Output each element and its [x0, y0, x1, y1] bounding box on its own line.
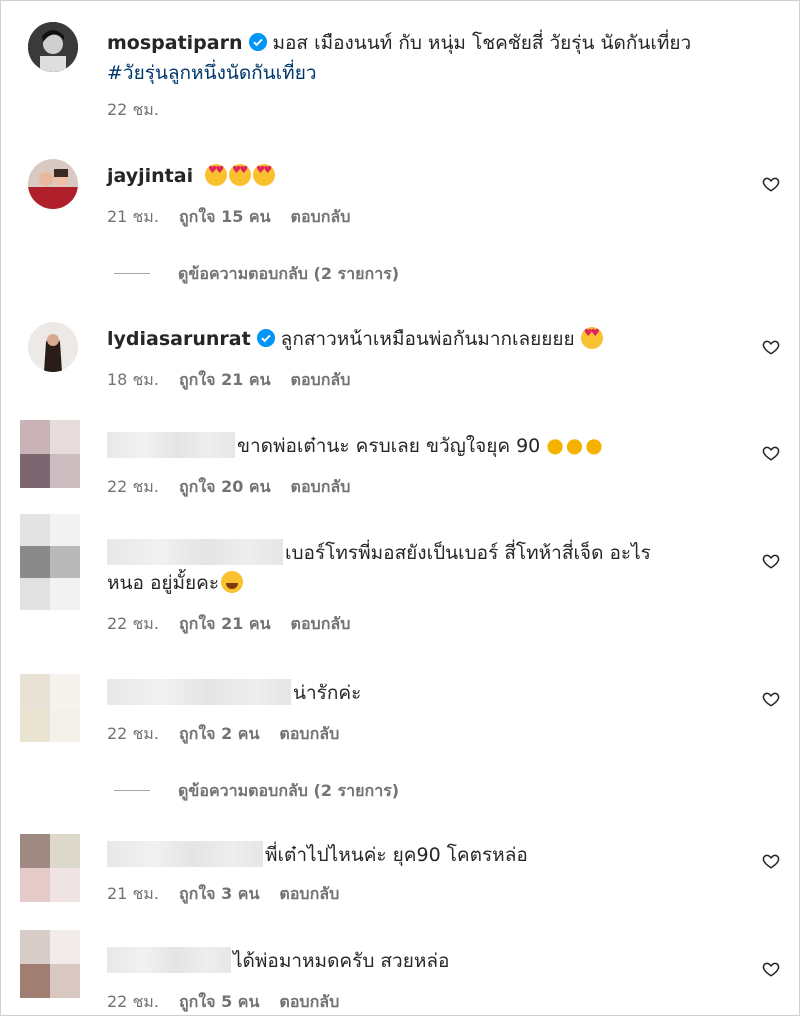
like-count[interactable]: ถูกใจ 21 คน [179, 370, 271, 389]
comment-time: 18 ชม. [107, 370, 159, 389]
heart-eyes-emoji-icon [229, 164, 252, 186]
view-replies-button[interactable]: ดูข้อความตอบกลับ (2 รายการ) [114, 779, 399, 804]
clapping-hands-emoji-icon: ● [546, 433, 564, 457]
heart-eyes-emoji-icon [253, 164, 276, 186]
comment-text: ได้พ่อมาหมดครับ สวยหล่อ [233, 950, 450, 972]
reply-button[interactable]: ตอบกลับ [291, 477, 351, 496]
heart-outline-icon[interactable] [762, 175, 780, 193]
reply-button[interactable]: ตอบกลับ [279, 724, 339, 743]
blurred-username[interactable] [107, 539, 283, 565]
username[interactable]: lydiasarunrat [107, 328, 251, 350]
heart-eyes-emoji-icon [580, 327, 603, 349]
comment-text: พี่เต๋าไปไหนค่ะ ยุค90 โคตรหล่อ [265, 844, 528, 866]
comment-time: 22 ชม. [107, 614, 159, 633]
like-count[interactable]: ถูกใจ 20 คน [179, 477, 271, 496]
reply-button[interactable]: ตอบกลับ [291, 370, 351, 389]
comment-time: 22 ชม. [107, 724, 159, 743]
like-count[interactable]: ถูกใจ 2 คน [179, 724, 259, 743]
heart-outline-icon[interactable] [762, 552, 780, 570]
clapping-hands-emoji-icon: ● [585, 433, 603, 457]
reply-button[interactable]: ตอบกลับ [279, 992, 339, 1011]
avatar[interactable] [28, 159, 78, 209]
avatar[interactable] [20, 420, 80, 488]
username[interactable]: jayjintai [107, 165, 193, 187]
verified-badge-icon [248, 30, 267, 51]
comment-text: ลูกสาวหน้าเหมือนพ่อกันมากเลยยยย [280, 328, 575, 350]
like-count[interactable]: ถูกใจ 15 คน [179, 207, 271, 226]
heart-outline-icon[interactable] [762, 960, 780, 978]
blurred-username[interactable] [107, 947, 231, 973]
avatar[interactable] [28, 22, 78, 72]
blurred-username[interactable] [107, 679, 291, 705]
heart-outline-icon[interactable] [762, 338, 780, 356]
comment-time: 21 ชม. [107, 884, 159, 903]
like-count[interactable]: ถูกใจ 21 คน [179, 614, 271, 633]
comment-text: ขาดพ่อเต๋านะ ครบเลย ขวัญใจยุค 90 [237, 435, 541, 457]
avatar[interactable] [20, 834, 80, 902]
like-count[interactable]: ถูกใจ 3 คน [179, 884, 259, 903]
heart-outline-icon[interactable] [762, 852, 780, 870]
caption-text: มอส เมืองนนท์ กับ หนุ่ม โชคชัยสี่ วัยรุ่… [272, 32, 692, 54]
comment-text: น่ารักค่ะ [293, 682, 362, 704]
reply-button[interactable]: ตอบกลับ [279, 884, 339, 903]
like-count[interactable]: ถูกใจ 5 คน [179, 992, 259, 1011]
reply-button[interactable]: ตอบกลับ [291, 614, 351, 633]
post-time: 22 ชม. [107, 100, 159, 119]
reply-button[interactable]: ตอบกลับ [291, 207, 351, 226]
comment-text-continued: หนอ อยู่มั้ยคะ [107, 572, 220, 594]
avatar[interactable] [20, 930, 80, 998]
verified-badge-icon [256, 326, 275, 347]
view-replies-button[interactable]: ดูข้อความตอบกลับ (2 รายการ) [114, 262, 399, 287]
comment-time: 22 ชม. [107, 477, 159, 496]
username[interactable]: mospatiparn [107, 32, 243, 54]
comment-text: เบอร์โทรพี่มอสยังเป็นเบอร์ สี่โทห้าสี่เจ… [285, 542, 651, 564]
avatar[interactable] [28, 322, 78, 372]
blurred-username[interactable] [107, 432, 235, 458]
heart-eyes-emoji-icon [205, 164, 228, 186]
heart-outline-icon[interactable] [762, 444, 780, 462]
comment-time: 21 ชม. [107, 207, 159, 226]
comment-time: 22 ชม. [107, 992, 159, 1011]
avatar[interactable] [20, 674, 80, 742]
heart-outline-icon[interactable] [762, 690, 780, 708]
laughing-emoji-icon [221, 571, 244, 593]
clapping-hands-emoji-icon: ● [565, 433, 584, 457]
hashtag-link[interactable]: #วัยรุ่นลูกหนึ่งนัดกันเที่ยว [107, 58, 730, 88]
blurred-username[interactable] [107, 841, 263, 867]
avatar[interactable] [20, 514, 80, 610]
